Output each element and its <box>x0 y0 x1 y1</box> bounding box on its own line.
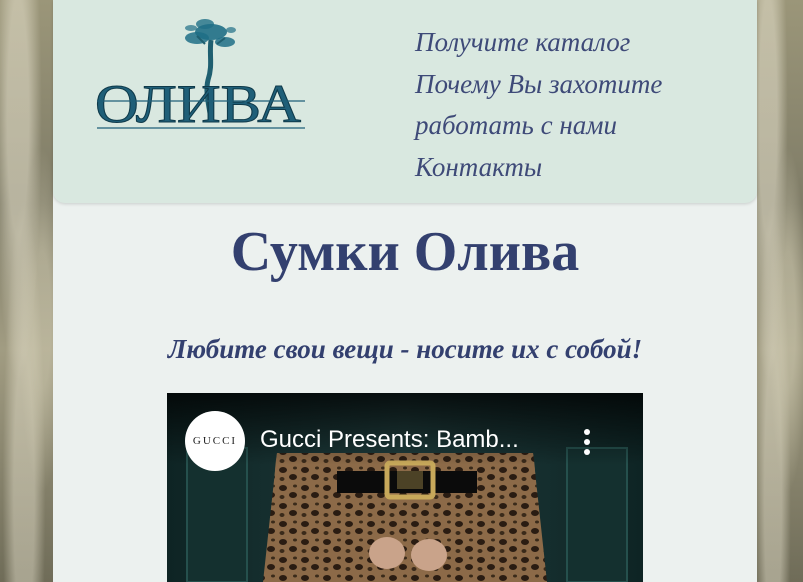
nav-link-why-us[interactable]: Почему Вы захотите работать с нами <box>415 64 745 147</box>
background-right <box>753 0 803 582</box>
page-title: Сумки Олива <box>230 221 580 283</box>
video-embed[interactable]: GUCCI Gucci Presents: Bamb... <box>167 393 643 582</box>
site-header: ОЛИВА Получите каталог Почему Вы захотит… <box>53 0 757 203</box>
channel-avatar[interactable]: GUCCI <box>185 411 245 471</box>
more-vertical-icon[interactable] <box>579 427 595 457</box>
background-left <box>0 0 60 582</box>
site-logo[interactable]: ОЛИВА <box>93 10 313 135</box>
nav-link-contacts[interactable]: Контакты <box>415 147 745 189</box>
page-container: ОЛИВА Получите каталог Почему Вы захотит… <box>53 0 757 582</box>
tagline: Любите свои вещи - носите их с собой! <box>167 334 643 364</box>
svg-text:ОЛИВА: ОЛИВА <box>95 74 301 130</box>
video-title[interactable]: Gucci Presents: Bamb... <box>260 426 560 454</box>
nav-link-catalog[interactable]: Получите каталог <box>415 22 745 64</box>
olive-tree-icon: ОЛИВА <box>95 19 305 135</box>
main-nav: Получите каталог Почему Вы захотите рабо… <box>415 22 745 188</box>
